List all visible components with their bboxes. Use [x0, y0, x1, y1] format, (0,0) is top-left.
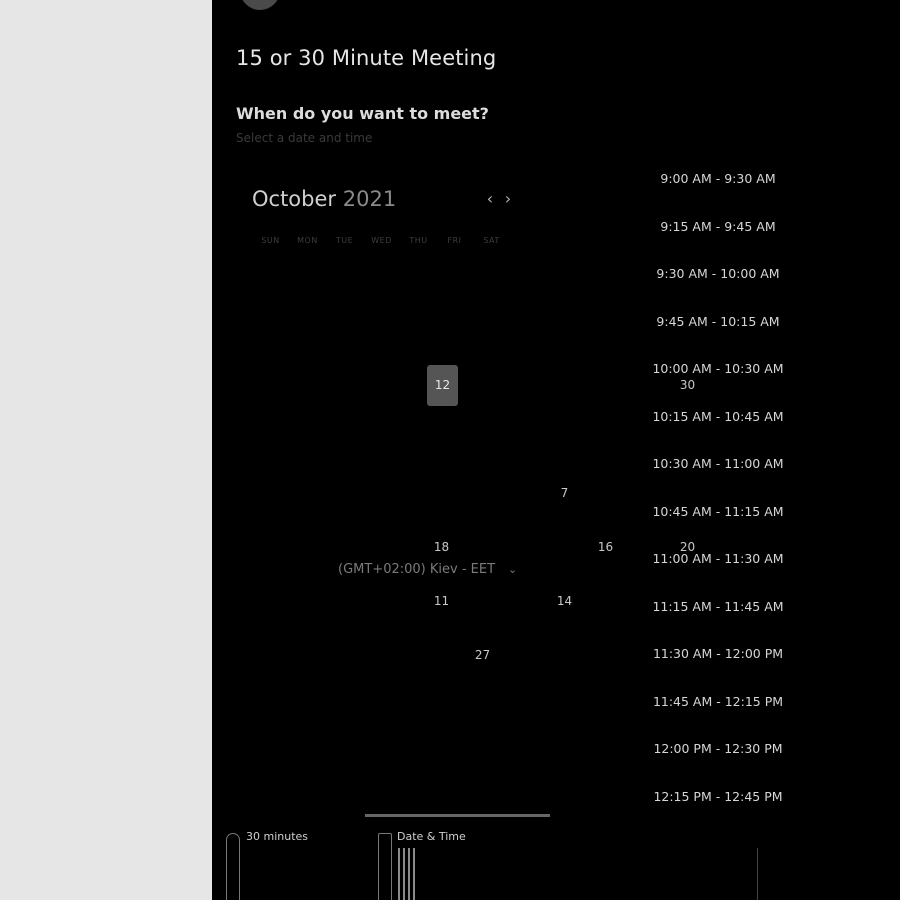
page-title: 15 or 30 Minute Meeting	[236, 46, 497, 70]
calendar-day[interactable]: 18	[426, 532, 457, 563]
calendar-day-selected[interactable]: 12	[427, 365, 458, 406]
time-slot[interactable]: 11:15 AM - 11:45 AM	[652, 599, 784, 614]
time-slot[interactable]: 11:00 AM - 11:30 AM	[652, 551, 784, 566]
weekday-label: THU	[409, 236, 428, 245]
time-slot[interactable]: 10:45 AM - 11:15 AM	[652, 504, 784, 519]
calendar-month-label: October 2021	[252, 187, 396, 211]
time-slot[interactable]: 9:00 AM - 9:30 AM	[652, 171, 784, 186]
time-slot[interactable]: 9:45 AM - 10:15 AM	[652, 314, 784, 329]
time-slot[interactable]: 11:30 AM - 12:00 PM	[652, 646, 784, 661]
calendar-day[interactable]: 27	[467, 640, 498, 671]
step-duration[interactable]: 30 minutes	[246, 830, 308, 843]
divider	[757, 848, 758, 900]
progress-bars-icon	[398, 848, 418, 900]
calendar-year: 2021	[342, 187, 397, 211]
calendar-icon	[378, 833, 392, 900]
chevron-down-icon: ⌄	[508, 563, 518, 576]
time-slot[interactable]: 9:15 AM - 9:45 AM	[652, 219, 784, 234]
time-slot[interactable]: 12:00 PM - 12:30 PM	[652, 741, 784, 756]
left-blank-pane	[0, 0, 212, 900]
weekday-label: WED	[371, 236, 392, 245]
time-slot[interactable]: 10:00 AM - 10:30 AM	[652, 361, 784, 376]
date-subtitle: Select a date and time	[236, 131, 373, 145]
step-date-time[interactable]: Date & Time	[397, 830, 466, 843]
weekday-label: TUE	[335, 236, 354, 245]
time-slot[interactable]: 11:45 AM - 12:15 PM	[652, 694, 784, 709]
clock-icon	[226, 833, 240, 900]
date-question-heading: When do you want to meet?	[236, 104, 489, 123]
chevron-left-icon: ‹	[486, 189, 494, 208]
weekday-label: SAT	[483, 236, 500, 245]
time-slot[interactable]: 10:30 AM - 11:00 AM	[652, 456, 784, 471]
calendar-day[interactable]: 7	[549, 478, 580, 509]
timezone-select[interactable]: (GMT+02:00) Kiev - EET	[338, 562, 495, 577]
weekday-label: MON	[297, 236, 318, 245]
calendar-day[interactable]: 11	[426, 586, 457, 617]
weekday-label: FRI	[447, 236, 462, 245]
avatar	[240, 0, 280, 10]
prev-month-button[interactable]: ‹	[482, 188, 498, 210]
calendar-day[interactable]: 16	[590, 532, 621, 563]
time-slot[interactable]: 10:15 AM - 10:45 AM	[652, 409, 784, 424]
chevron-right-icon: ›	[504, 189, 512, 208]
scheduler-panel: 15 or 30 Minute Meeting When do you want…	[212, 0, 900, 900]
active-step-indicator	[365, 814, 550, 817]
calendar-month: October	[252, 187, 337, 211]
next-month-button[interactable]: ›	[500, 188, 516, 210]
time-slot[interactable]: 9:30 AM - 10:00 AM	[652, 266, 784, 281]
calendar-day[interactable]: 14	[549, 586, 580, 617]
time-slot[interactable]: 12:15 PM - 12:45 PM	[652, 789, 784, 804]
weekday-label: SUN	[261, 236, 280, 245]
